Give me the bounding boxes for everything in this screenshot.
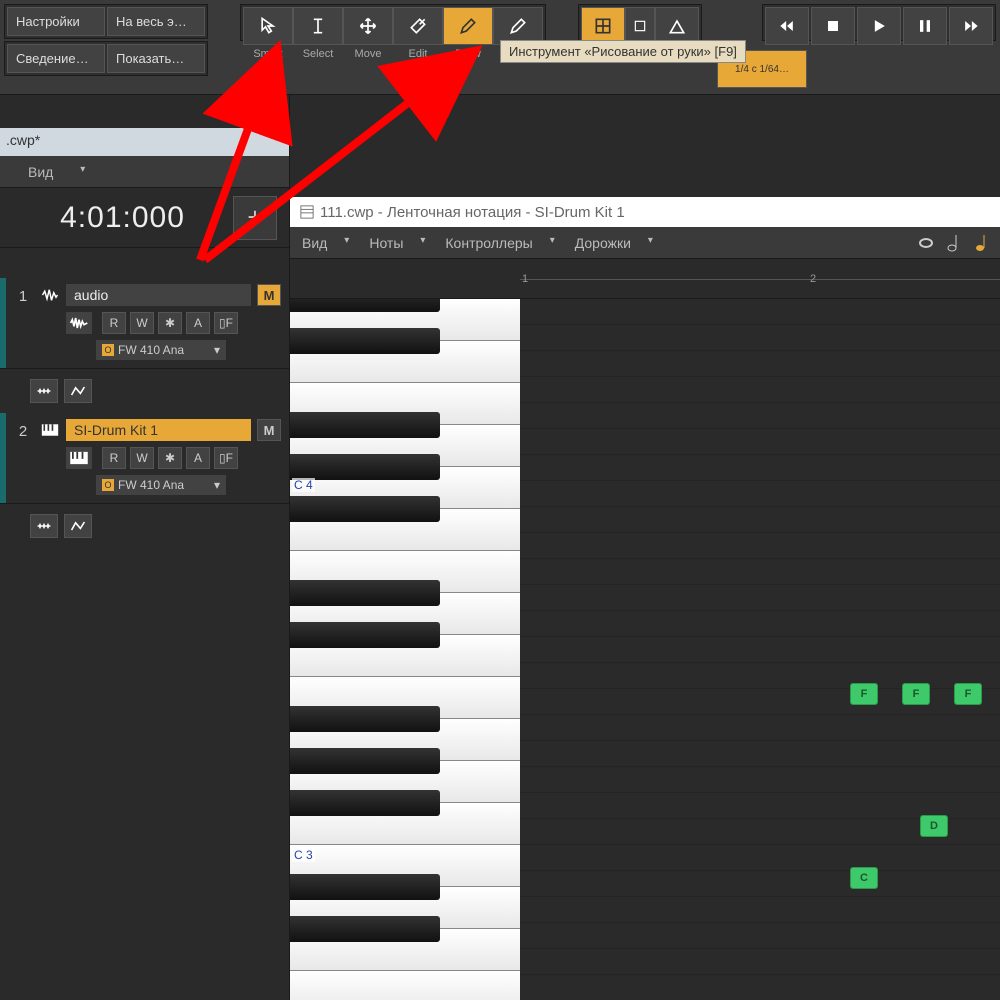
note-grid[interactable]: FFFFDC <box>520 299 1000 1000</box>
piano-icon <box>66 447 92 469</box>
rewind-button[interactable] <box>765 7 809 45</box>
black-key[interactable] <box>290 874 440 900</box>
ruler-tick: 1 <box>522 273 528 285</box>
archive-button[interactable]: A <box>186 312 210 334</box>
pause-button[interactable] <box>903 7 947 45</box>
track-panel: .cwp* Вид 4:01:000 + 1 audio M <box>0 95 290 1000</box>
track-name-field[interactable]: SI-Drum Kit 1 <box>66 419 251 441</box>
mute-button[interactable]: M <box>257 419 281 441</box>
black-key[interactable] <box>290 299 440 312</box>
time-ruler[interactable]: 1 2 <box>290 259 1000 299</box>
filename-bar: .cwp* <box>0 128 289 156</box>
show-menu[interactable]: Показать… <box>107 44 205 73</box>
move-tool[interactable]: Move <box>343 7 393 45</box>
midi-track-icon <box>40 421 60 439</box>
piano-roll-panel: 111.cwp - Ленточная нотация - SI-Drum Ki… <box>290 95 1000 1000</box>
automation-lane-button[interactable] <box>30 514 58 538</box>
waveform-icon <box>66 312 92 334</box>
output-icon: O <box>102 479 114 491</box>
half-note-icon[interactable] <box>942 233 966 253</box>
midi-note[interactable]: F <box>850 683 878 705</box>
edit-label: Edit <box>409 48 428 60</box>
mixdown-menu[interactable]: Сведение… <box>7 44 105 73</box>
black-key[interactable] <box>290 916 440 942</box>
play-button[interactable] <box>857 7 901 45</box>
record-arm-button[interactable]: R <box>102 312 126 334</box>
whole-note-icon[interactable] <box>914 233 938 253</box>
select-tool[interactable]: Select <box>293 7 343 45</box>
mute-button[interactable]: M <box>257 284 281 306</box>
piano-controllers-menu[interactable]: Контроллеры <box>433 231 562 255</box>
edit-tool[interactable]: Edit <box>393 7 443 45</box>
black-key[interactable] <box>290 706 440 732</box>
track-name-field[interactable]: audio <box>66 284 251 306</box>
key-label: C 3 <box>292 848 315 862</box>
record-arm-button[interactable]: R <box>102 447 126 469</box>
tooltip: Инструмент «Рисование от руки» [F9] <box>500 40 746 63</box>
freeze-button[interactable]: ✱ <box>158 447 182 469</box>
track-number: 2 <box>14 419 32 495</box>
draw-label: Draw <box>455 48 481 60</box>
piano-notes-menu[interactable]: Ноты <box>357 231 433 255</box>
snap-group <box>578 4 702 41</box>
track-number: 1 <box>14 284 32 360</box>
ruler-tick: 2 <box>810 273 816 285</box>
forward-button[interactable] <box>949 7 993 45</box>
output-selector[interactable]: O FW 410 Ana ▾ <box>96 475 226 495</box>
piano-keyboard[interactable]: C 4 C 3 <box>290 299 520 1000</box>
midi-note[interactable]: F <box>902 683 930 705</box>
select-label: Select <box>303 48 334 60</box>
output-label: FW 410 Ana <box>118 478 184 492</box>
output-label: FW 410 Ana <box>118 343 184 357</box>
key-label: C 4 <box>292 478 315 492</box>
midi-note[interactable]: C <box>850 867 878 889</box>
black-key[interactable] <box>290 454 440 480</box>
black-key[interactable] <box>290 790 440 816</box>
black-key[interactable] <box>290 412 440 438</box>
move-label: Move <box>355 48 382 60</box>
track-accent <box>0 278 6 368</box>
black-key[interactable] <box>290 622 440 648</box>
midi-note[interactable]: D <box>920 815 948 837</box>
archive-button[interactable]: A <box>186 447 210 469</box>
white-key[interactable] <box>290 971 520 1000</box>
view-menu[interactable]: Вид <box>8 160 93 184</box>
output-selector[interactable]: O FW 410 Ana ▾ <box>96 340 226 360</box>
track-row[interactable]: 2 SI-Drum Kit 1 M R W <box>0 413 289 504</box>
midi-note[interactable]: F <box>954 683 982 705</box>
black-key[interactable] <box>290 496 440 522</box>
envelope-button[interactable] <box>64 379 92 403</box>
input-echo-button[interactable]: W <box>130 312 154 334</box>
smart-tool[interactable]: Smart <box>243 7 293 45</box>
black-key[interactable] <box>290 328 440 354</box>
piano-view-menu[interactable]: Вид <box>290 231 357 255</box>
input-echo-button[interactable]: W <box>130 447 154 469</box>
transport-controls <box>762 4 996 41</box>
settings-menu[interactable]: Настройки <box>7 7 105 36</box>
piano-roll-title: 111.cwp - Ленточная нотация - SI-Drum Ki… <box>320 204 625 221</box>
black-key[interactable] <box>290 580 440 606</box>
track-accent <box>0 413 6 503</box>
black-key[interactable] <box>290 748 440 774</box>
piano-roll-icon <box>300 205 314 219</box>
fx-button[interactable]: ▯F <box>214 312 238 334</box>
draw-tool[interactable]: Draw <box>443 7 493 45</box>
smart-label: Smart <box>253 48 282 60</box>
fullscreen-menu[interactable]: На весь э… <box>107 7 205 36</box>
top-toolbar: Настройки На весь э… Сведение… Показать…… <box>0 0 1000 95</box>
stop-button[interactable] <box>811 7 855 45</box>
audio-track-icon <box>40 286 60 304</box>
piano-tracks-menu[interactable]: Дорожки <box>563 231 661 255</box>
envelope-button[interactable] <box>64 514 92 538</box>
tool-selector-group: Smart Select Move Edit Draw Erase <box>240 4 546 41</box>
track-row[interactable]: 1 audio M R W ✱ <box>0 278 289 369</box>
add-track-button[interactable]: + <box>233 196 277 240</box>
automation-lane-button[interactable] <box>30 379 58 403</box>
fx-button[interactable]: ▯F <box>214 447 238 469</box>
piano-roll-title-bar: 111.cwp - Ленточная нотация - SI-Drum Ki… <box>290 197 1000 227</box>
output-icon: O <box>102 344 114 356</box>
quarter-note-icon[interactable] <box>970 233 994 253</box>
freeze-button[interactable]: ✱ <box>158 312 182 334</box>
timecode-display[interactable]: 4:01:000 <box>12 201 233 235</box>
